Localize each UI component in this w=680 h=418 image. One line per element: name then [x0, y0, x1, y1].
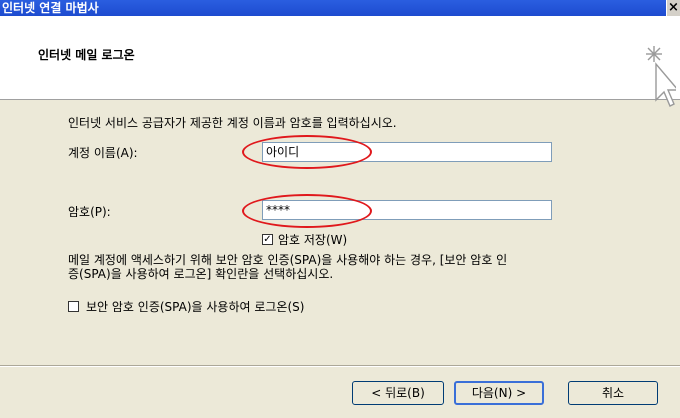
close-button[interactable]: × — [666, 0, 680, 16]
spa-note-line2: 증(SPA)을 사용하여 로그온] 확인란을 선택하십시오. — [68, 267, 334, 281]
spa-logon-checkbox[interactable] — [68, 301, 79, 312]
page-title: 인터넷 메일 로그온 — [38, 48, 135, 62]
wizard-header: 인터넷 메일 로그온 — [0, 16, 680, 107]
password-label: 암호(P): — [68, 205, 111, 219]
cancel-button[interactable]: 취소 — [568, 381, 658, 405]
back-button[interactable]: < 뒤로(B) — [352, 381, 444, 405]
title-bar: 인터넷 연결 마법사 × — [0, 0, 680, 16]
instruction-text: 인터넷 서비스 공급자가 제공한 계정 이름과 암호를 입력하십시오. — [68, 116, 397, 130]
account-name-field[interactable]: 아이디 — [262, 142, 552, 162]
password-field[interactable]: **** — [262, 200, 552, 220]
next-button[interactable]: 다음(N) > — [454, 381, 544, 405]
spa-logon-label: 보안 암호 인증(SPA)을 사용하여 로그온(S) — [86, 300, 305, 314]
remember-password-checkbox[interactable]: ✓ — [262, 234, 273, 245]
window-title: 인터넷 연결 마법사 — [2, 1, 99, 15]
remember-password-label: 암호 저장(W) — [278, 233, 348, 247]
account-name-label: 계정 이름(A): — [68, 146, 138, 160]
button-divider — [0, 365, 680, 367]
wizard-sparkle-cursor-icon — [646, 46, 676, 107]
